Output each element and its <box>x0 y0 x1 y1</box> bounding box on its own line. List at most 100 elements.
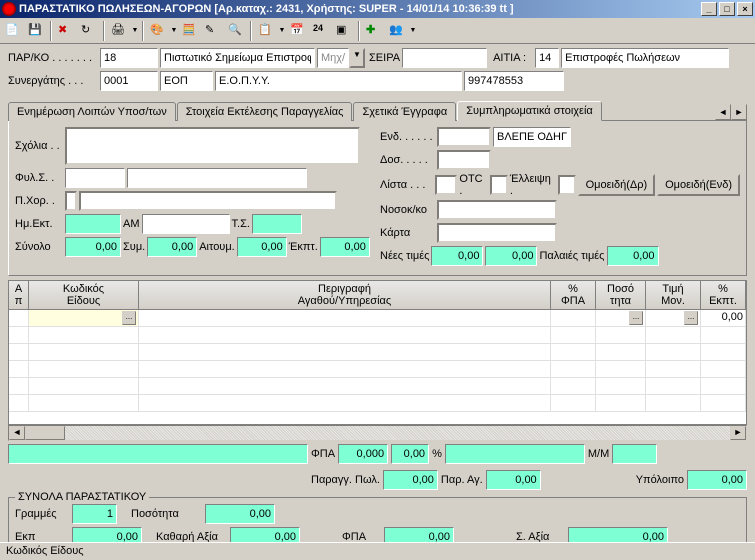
elleipsi-input[interactable] <box>558 175 576 195</box>
col-kodikos[interactable]: Κωδικός Είδους <box>29 281 139 309</box>
posotita-input[interactable] <box>205 504 275 524</box>
aitia-desc[interactable] <box>561 48 729 68</box>
col-timi[interactable]: Τιμή Μον. <box>646 281 701 309</box>
col-ap[interactable]: Α π <box>9 281 29 309</box>
desc-display[interactable] <box>8 444 308 464</box>
col-fpa[interactable]: % ΦΠΑ <box>551 281 596 309</box>
save-button[interactable]: 💾 <box>25 20 47 42</box>
lookup-button[interactable]: ... <box>122 311 136 325</box>
palette-dropdown[interactable]: ▼ <box>170 27 178 34</box>
maximize-button[interactable]: □ <box>719 2 735 16</box>
synolo-input[interactable] <box>65 237 121 257</box>
col-ekpt[interactable]: % Εκπτ. <box>701 281 746 309</box>
palette-button[interactable]: 🎨 <box>147 20 169 42</box>
table-row[interactable] <box>9 361 746 378</box>
lista-input[interactable] <box>435 175 457 195</box>
blepe-input[interactable] <box>493 127 571 147</box>
ekpt-input[interactable] <box>320 237 370 257</box>
ypol-input[interactable] <box>687 470 747 490</box>
pencil-icon: ✎ <box>205 23 221 39</box>
calc-button[interactable]: 🧮 <box>179 20 201 42</box>
refresh-button[interactable]: ↻ <box>78 20 100 42</box>
otc-input[interactable] <box>490 175 508 195</box>
tab-stoixeia[interactable]: Στοιχεία Εκτέλεσης Παραγγελίας <box>177 102 353 121</box>
tab-scroll-left[interactable]: ◄ <box>715 104 731 120</box>
scroll-thumb[interactable] <box>25 426 65 440</box>
close-button[interactable]: × <box>737 2 753 16</box>
people-button[interactable]: 👥 <box>386 20 408 42</box>
synergatis-input[interactable] <box>100 71 158 91</box>
doc-button[interactable]: 📋 <box>255 20 277 42</box>
paragg-input[interactable] <box>383 470 438 490</box>
fyls-input2[interactable] <box>127 168 307 188</box>
search-button[interactable]: 🔍 <box>225 20 247 42</box>
people-dropdown[interactable]: ▼ <box>409 27 417 34</box>
scroll-right-button[interactable]: ► <box>730 426 746 440</box>
tab-sxetika[interactable]: Σχετικά Έγγραφα <box>353 102 456 121</box>
fyls-input1[interactable] <box>65 168 125 188</box>
parag-input[interactable] <box>486 470 541 490</box>
plus-button[interactable]: ✚ <box>363 20 385 42</box>
status-text: Κωδικός Είδους <box>6 545 84 557</box>
nosok-input[interactable] <box>437 200 557 220</box>
grid-hscroll[interactable]: ◄ ► <box>8 425 747 441</box>
omoeidi-dr-button[interactable]: Ομοειδή(Δρ) <box>578 174 656 196</box>
cal24-button[interactable]: 24 <box>310 20 332 42</box>
new-button[interactable]: 📄 <box>2 20 24 42</box>
aitoum-input[interactable] <box>237 237 287 257</box>
table-row[interactable] <box>9 378 746 395</box>
col-perigrafi[interactable]: Περιγραφή Αγαθού/Υπηρεσίας <box>139 281 551 309</box>
doctype-input[interactable] <box>160 48 315 68</box>
win-button[interactable]: ▣ <box>333 20 355 42</box>
lista-label: Λίστα . . . <box>380 179 433 191</box>
print-button[interactable]: 🖨 <box>108 20 130 42</box>
aitia-input[interactable] <box>535 48 559 68</box>
doc-dropdown[interactable]: ▼ <box>278 27 286 34</box>
mxv-combo[interactable] <box>317 48 349 68</box>
table-row[interactable] <box>9 344 746 361</box>
price-lookup-button[interactable]: ... <box>684 311 698 325</box>
otc-label: OTC . <box>459 173 488 197</box>
tab-enimerosi[interactable]: Ενημέρωση Λοιπών Υποσ/των <box>8 102 176 121</box>
sxolia-input[interactable] <box>65 127 360 165</box>
mxv-drop[interactable]: ▼ <box>349 48 365 68</box>
mm-input[interactable] <box>612 444 657 464</box>
seira-input[interactable] <box>402 48 487 68</box>
am-input[interactable] <box>142 214 230 234</box>
qty-lookup-button[interactable]: ... <box>629 311 643 325</box>
print-dropdown[interactable]: ▼ <box>131 27 139 34</box>
eop-input[interactable] <box>160 71 213 91</box>
pxor-input[interactable] <box>79 191 337 211</box>
ekpt-label: Έκπτ. <box>289 241 318 253</box>
fpa-pct[interactable] <box>391 444 429 464</box>
tab-scroll-right[interactable]: ► <box>731 104 747 120</box>
eopyy-input[interactable] <box>215 71 462 91</box>
parko-input[interactable] <box>100 48 158 68</box>
table-row[interactable]: ... ... ... 0,00 <box>9 310 746 327</box>
end-input[interactable] <box>437 127 491 147</box>
table-row[interactable] <box>9 327 746 344</box>
karta-input[interactable] <box>437 223 557 243</box>
tab-sympliromatika[interactable]: Συμπληρωματικά στοιχεία <box>457 101 602 121</box>
pxor-chk[interactable] <box>65 191 77 211</box>
table-row[interactable] <box>9 395 746 412</box>
grammes-input[interactable] <box>72 504 117 524</box>
nees1-input[interactable] <box>431 246 483 266</box>
omoeidi-end-button[interactable]: Ομοειδή(Ενδ) <box>657 174 740 196</box>
edit-button[interactable]: ✎ <box>202 20 224 42</box>
ftr-blank1[interactable] <box>445 444 585 464</box>
grid-body[interactable]: ... ... ... 0,00 <box>8 310 747 425</box>
nees2-input[interactable] <box>485 246 537 266</box>
ts-input[interactable] <box>252 214 302 234</box>
col-posot[interactable]: Ποσό τητα <box>596 281 646 309</box>
palies-input[interactable] <box>607 246 659 266</box>
sym-input[interactable] <box>147 237 197 257</box>
dos-input[interactable] <box>437 150 491 170</box>
scroll-left-button[interactable]: ◄ <box>9 426 25 440</box>
minimize-button[interactable]: _ <box>701 2 717 16</box>
afm-input[interactable] <box>464 71 564 91</box>
fpa-val[interactable] <box>338 444 388 464</box>
delete-button[interactable]: ✖ <box>55 20 77 42</box>
hmekt-input[interactable] <box>65 214 121 234</box>
cal-button[interactable]: 📅 <box>287 20 309 42</box>
